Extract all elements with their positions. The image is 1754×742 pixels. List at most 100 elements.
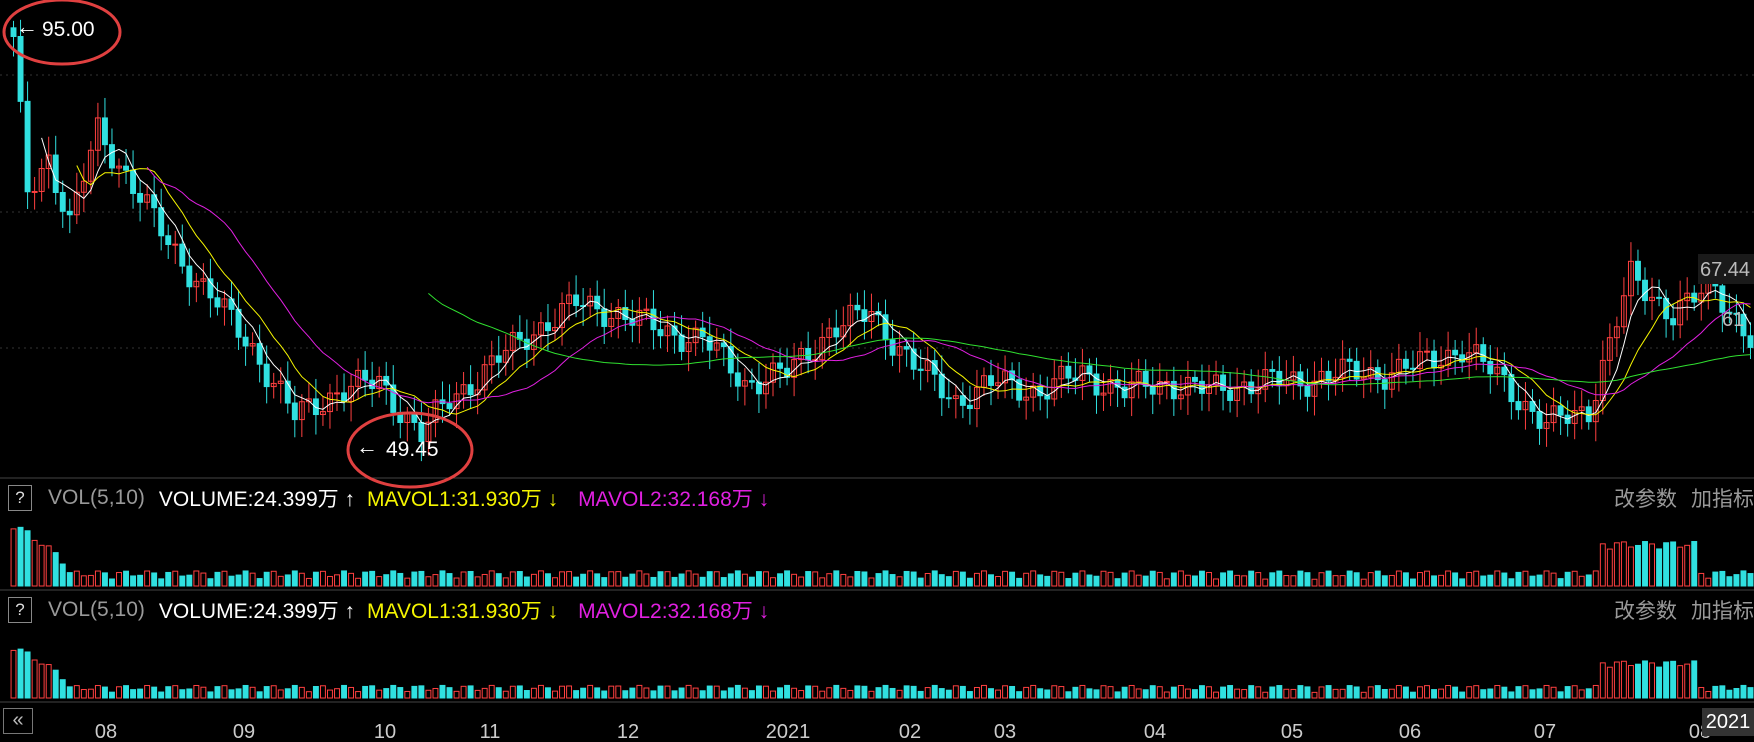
volume-bar	[1712, 685, 1719, 699]
volume-bar	[995, 576, 1001, 587]
volume-bar	[1177, 685, 1184, 699]
volume-bar	[59, 679, 66, 699]
volume-bar	[1445, 570, 1452, 587]
volume-bar	[1635, 663, 1641, 699]
volume-bar	[1332, 688, 1339, 699]
volume-bar	[889, 687, 896, 699]
candle-body	[179, 243, 186, 267]
stock-chart[interactable]: 08 09 10 11 12 2021 02 03 04 05 06 07 08 ← 95.00 ← 4…	[0, 0, 1754, 742]
candle-body	[1163, 380, 1170, 383]
candle-body	[1501, 366, 1508, 376]
volume-bar	[249, 686, 256, 699]
volume-bar	[819, 577, 826, 587]
volume-bar	[1409, 578, 1416, 587]
candle-body	[882, 314, 889, 341]
candle-body	[1248, 381, 1255, 395]
edit-params-button[interactable]: 改参数	[1614, 595, 1677, 625]
candle-body	[186, 265, 193, 288]
volume-bar	[334, 574, 340, 587]
volume-bar	[130, 575, 137, 587]
volume-bar	[144, 570, 151, 587]
volume-bar	[1227, 685, 1234, 699]
volume-bar	[1677, 546, 1684, 587]
add-indicator-button[interactable]: 加指标	[1691, 595, 1754, 625]
volume-bar	[622, 690, 629, 699]
volume-bar	[1557, 578, 1564, 587]
volume-bar	[200, 686, 207, 699]
volume-bar	[1269, 572, 1276, 587]
volume-bar	[1627, 546, 1634, 587]
volume-bar	[573, 576, 580, 587]
volume-bar	[1656, 548, 1663, 587]
volume-bar	[910, 571, 917, 587]
candle-body	[17, 36, 24, 102]
volume-bar	[101, 572, 108, 587]
volume-bar	[1163, 691, 1170, 699]
volume-bar	[777, 687, 783, 699]
volume-bar	[1592, 570, 1599, 587]
help-button[interactable]: ?	[8, 597, 32, 623]
volume-bar	[186, 688, 193, 699]
volume-bar	[94, 570, 101, 587]
volume-bar	[1677, 665, 1684, 699]
volume-bar	[404, 690, 411, 699]
volume-bar	[1747, 573, 1754, 587]
volume-bar	[1522, 570, 1529, 587]
volume-bar	[910, 685, 917, 699]
volume-bar	[1114, 691, 1121, 699]
volume-bar	[242, 570, 249, 587]
volume-bar	[784, 684, 791, 699]
volume-bar	[179, 575, 186, 587]
volume-bar	[1515, 571, 1522, 587]
add-indicator-button[interactable]: 加指标	[1691, 483, 1754, 513]
volume-bar	[1318, 686, 1325, 699]
volume-bar	[755, 571, 762, 587]
volume-bar	[31, 659, 38, 699]
indicator-name[interactable]: VOL(5,10)	[48, 486, 145, 510]
volume-bar	[474, 689, 481, 699]
edit-params-button[interactable]: 改参数	[1614, 483, 1677, 513]
candle-body	[854, 304, 861, 311]
volume-bar	[45, 664, 52, 699]
volume-bar	[594, 573, 601, 587]
candle-body	[1431, 350, 1437, 369]
volume-bar	[453, 577, 460, 587]
volume-bar	[158, 691, 165, 699]
candle-body	[1635, 260, 1641, 281]
help-button[interactable]: ?	[8, 485, 32, 511]
volume-bar	[1719, 570, 1726, 587]
candle-body	[777, 362, 783, 369]
volume-bar	[1431, 689, 1437, 699]
volume-bar	[319, 685, 326, 699]
volume-bar	[1030, 684, 1037, 699]
volume-bar	[1276, 685, 1283, 699]
volume-bar	[1740, 684, 1747, 699]
volume-bar	[643, 687, 650, 699]
volume-bar	[116, 572, 122, 587]
volume-bar	[1142, 689, 1149, 699]
scroll-left-button[interactable]: «	[3, 708, 33, 734]
volume-bar	[235, 574, 242, 587]
candle-body	[446, 403, 453, 410]
volume-bar	[1508, 691, 1515, 699]
indicator-name[interactable]: VOL(5,10)	[48, 598, 145, 622]
volume-bar	[1719, 685, 1726, 699]
volume-bar	[1522, 685, 1529, 699]
volume-bar	[87, 688, 94, 699]
x-tick-label: 10	[374, 721, 396, 742]
volume-bar	[362, 571, 369, 587]
volume-bar	[158, 578, 165, 587]
volume-bar	[284, 574, 291, 587]
volume-bar	[1206, 572, 1212, 587]
volume-bar	[432, 574, 439, 587]
volume-bar	[530, 687, 537, 699]
volume-bar	[59, 563, 66, 587]
volume-bar	[854, 570, 861, 587]
volume-bar	[1367, 686, 1374, 699]
volume-bar	[1388, 688, 1395, 699]
volume-bar	[1473, 685, 1480, 699]
candle-body	[699, 327, 706, 338]
candle-body	[172, 243, 179, 246]
volume-bar	[1346, 685, 1353, 699]
down-arrow-icon: ↓	[547, 600, 559, 623]
